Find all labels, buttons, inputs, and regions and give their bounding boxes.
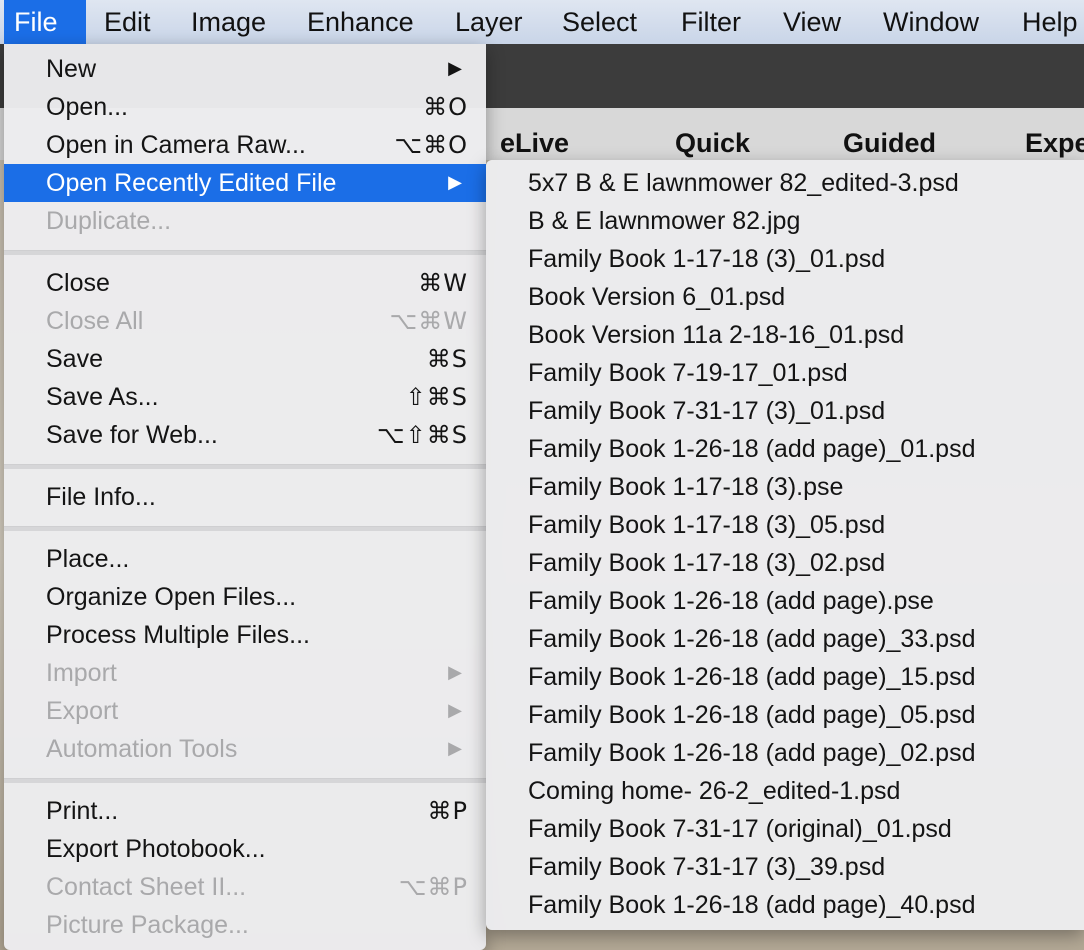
menu-item-open-recent[interactable]: Open Recently Edited File ▶ [4,164,486,202]
recent-file-item[interactable]: Family Book 1-26-18 (add page)_05.psd [486,696,1084,734]
menu-item-label: Automation Tools [46,735,238,763]
menu-separator [4,464,486,469]
menu-item-save[interactable]: Save ⌘S [4,340,486,378]
recent-files-submenu: 5x7 B & E lawnmower 82_edited-3.psd B & … [486,160,1084,930]
menu-separator [4,250,486,255]
menu-item-label: Open in Camera Raw... [46,131,306,159]
menu-item-open-camera-raw[interactable]: Open in Camera Raw... ⌥⌘O [4,126,486,164]
menu-item-label: Print... [46,797,119,825]
menu-item-shortcut: ⌘W [418,269,468,297]
menu-layer[interactable]: Layer [445,0,533,44]
triangle-right-icon: ▶ [448,738,462,759]
tab-expert[interactable]: Expe [1025,108,1084,160]
recent-file-item[interactable]: Family Book 1-17-18 (3).pse [486,468,1084,506]
menu-help[interactable]: Help [1012,0,1084,44]
recent-file-item[interactable]: Family Book 1-26-18 (add page)_01.psd [486,430,1084,468]
menu-edit[interactable]: Edit [94,0,161,44]
menu-filter[interactable]: Filter [671,0,751,44]
menu-item-place[interactable]: Place... [4,540,486,578]
triangle-right-icon: ▶ [448,58,462,79]
menu-item-process-multiple-files[interactable]: Process Multiple Files... [4,616,486,654]
menu-item-new[interactable]: New ▶ [4,50,486,88]
menu-item-import: Import ▶ [4,654,486,692]
menu-item-label: Save for Web... [46,421,218,449]
menu-bar: File Edit Image Enhance Layer Select Fil… [0,0,1084,45]
recent-file-item[interactable]: Family Book 1-26-18 (add page)_02.psd [486,734,1084,772]
recent-file-item[interactable]: Family Book 1-17-18 (3)_01.psd [486,240,1084,278]
menu-item-label: Import [46,659,117,687]
menu-item-contact-sheet: Contact Sheet II... ⌥⌘P [4,868,486,906]
recent-file-item[interactable]: Family Book 7-31-17 (3)_39.psd [486,848,1084,886]
recent-file-item[interactable]: Family Book 1-26-18 (add page)_15.psd [486,658,1084,696]
menu-item-label: Close [46,269,110,297]
file-menu: New ▶ Open... ⌘O Open in Camera Raw... ⌥… [4,44,486,950]
menu-image[interactable]: Image [181,0,276,44]
menu-item-duplicate: Duplicate... [4,202,486,240]
menu-file[interactable]: File [4,0,86,44]
menu-window[interactable]: Window [873,0,989,44]
menu-item-shortcut: ⇧⌘S [405,383,468,411]
tab-guided[interactable]: Guided [843,108,936,160]
menu-item-file-info[interactable]: File Info... [4,478,486,516]
menu-item-picture-package: Picture Package... [4,906,486,944]
recent-file-item[interactable]: Family Book 1-26-18 (add page).pse [486,582,1084,620]
menu-select[interactable]: Select [552,0,647,44]
recent-file-item[interactable]: Family Book 1-26-18 (add page)_40.psd [486,886,1084,924]
recent-file-item[interactable]: B & E lawnmower 82.jpg [486,202,1084,240]
menu-item-label: Place... [46,545,130,573]
menu-item-print[interactable]: Print... ⌘P [4,792,486,830]
menu-separator [4,778,486,783]
menu-item-shortcut: ⌥⌘O [394,131,468,159]
menu-item-save-for-web[interactable]: Save for Web... ⌥⇧⌘S [4,416,486,454]
menu-item-label: Save [46,345,103,373]
menu-item-label: Export Photobook... [46,835,266,863]
recent-file-item[interactable]: Family Book 7-19-17_01.psd [486,354,1084,392]
menu-item-label: File Info... [46,483,156,511]
recent-file-item[interactable]: Family Book 7-31-17 (3)_01.psd [486,392,1084,430]
menu-item-label: Open... [46,93,128,121]
menu-item-label: Save As... [46,383,159,411]
recent-file-item[interactable]: 5x7 B & E lawnmower 82_edited-3.psd [486,164,1084,202]
menu-item-label: Contact Sheet II... [46,873,247,901]
recent-file-item[interactable]: Book Version 11a 2-18-16_01.psd [486,316,1084,354]
menu-item-shortcut: ⌘O [423,93,468,121]
recent-file-item[interactable]: Family Book 7-31-17 (original)_01.psd [486,810,1084,848]
menu-item-shortcut: ⌥⌘W [389,307,468,335]
triangle-right-icon: ▶ [448,172,462,193]
menu-item-label: New [46,55,97,83]
menu-item-close[interactable]: Close ⌘W [4,264,486,302]
menu-enhance[interactable]: Enhance [297,0,424,44]
menu-item-label: Organize Open Files... [46,583,297,611]
menu-item-shortcut: ⌥⇧⌘S [377,421,468,449]
menu-item-shortcut: ⌥⌘P [398,873,468,901]
menu-item-shortcut: ⌘S [426,345,468,373]
menu-item-label: Duplicate... [46,207,172,235]
menu-item-shortcut: ⌘P [427,797,468,825]
menu-item-label: Process Multiple Files... [46,621,310,649]
menu-item-label: Close All [46,307,144,335]
tab-elive[interactable]: eLive [500,108,569,160]
triangle-right-icon: ▶ [448,662,462,683]
menu-item-organize-open-files[interactable]: Organize Open Files... [4,578,486,616]
menu-item-label: Open Recently Edited File [46,169,337,197]
menu-item-close-all: Close All ⌥⌘W [4,302,486,340]
menu-view[interactable]: View [773,0,851,44]
menu-item-automation-tools: Automation Tools ▶ [4,730,486,768]
menu-item-label: Export [46,697,119,725]
recent-file-item[interactable]: Family Book 1-26-18 (add page)_33.psd [486,620,1084,658]
recent-file-item[interactable]: Coming home- 26-2_edited-1.psd [486,772,1084,810]
menu-item-label: Picture Package... [46,911,249,939]
menu-item-save-as[interactable]: Save As... ⇧⌘S [4,378,486,416]
menu-item-export: Export ▶ [4,692,486,730]
recent-file-item[interactable]: Family Book 1-17-18 (3)_05.psd [486,506,1084,544]
recent-file-item[interactable]: Book Version 6_01.psd [486,278,1084,316]
menu-separator [4,526,486,531]
recent-file-item[interactable]: Family Book 1-17-18 (3)_02.psd [486,544,1084,582]
triangle-right-icon: ▶ [448,700,462,721]
menu-item-export-photobook[interactable]: Export Photobook... [4,830,486,868]
menu-item-open[interactable]: Open... ⌘O [4,88,486,126]
tab-quick[interactable]: Quick [675,108,750,160]
